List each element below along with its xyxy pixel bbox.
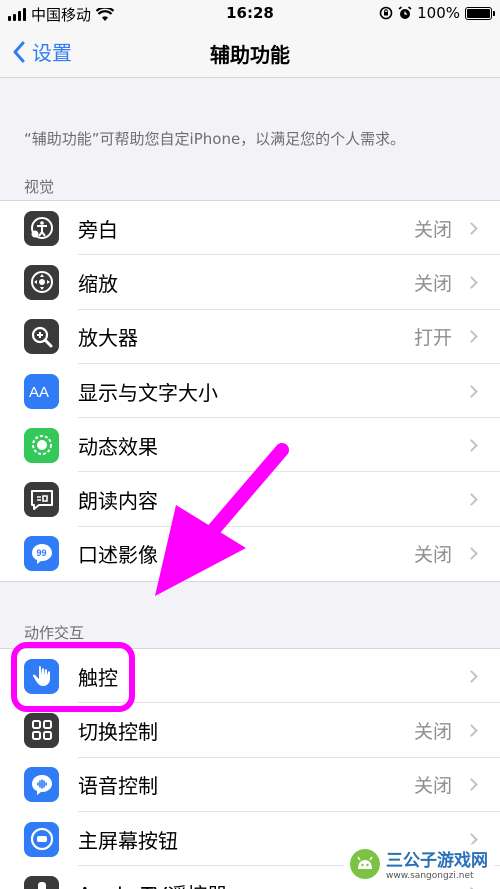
voiceover-icon bbox=[24, 210, 59, 246]
switch-control-icon bbox=[24, 712, 59, 748]
apple-tv-remote-icon bbox=[24, 875, 59, 889]
settings-row-spoken-content[interactable]: 朗读内容 bbox=[0, 472, 500, 527]
row-label: 显示与文字大小 bbox=[78, 380, 218, 405]
settings-row-audio-descriptions[interactable]: 99 口述影像 关闭 bbox=[0, 527, 500, 581]
row-label: 旁白 bbox=[78, 217, 118, 242]
watermark-url: www.sangongzi.net bbox=[386, 871, 474, 881]
magnifier-icon bbox=[24, 319, 59, 355]
chevron-right-icon bbox=[465, 384, 478, 398]
page-title: 辅助功能 bbox=[210, 43, 290, 67]
watermark-logo-icon bbox=[350, 848, 380, 879]
orientation-lock-icon bbox=[379, 6, 393, 20]
row-label: 切换控制 bbox=[78, 719, 158, 744]
audio-description-icon: 99 bbox=[24, 536, 59, 572]
chevron-right-icon bbox=[465, 547, 478, 561]
chevron-right-icon bbox=[465, 669, 478, 683]
text-size-icon: AA bbox=[24, 373, 59, 409]
watermark: 三公子游戏网 www.sangongzi.net bbox=[344, 844, 494, 883]
chevron-right-icon bbox=[465, 330, 478, 344]
svg-text:99: 99 bbox=[36, 548, 46, 558]
battery-percent: 100% bbox=[417, 4, 460, 22]
row-label: 主屏幕按钮 bbox=[78, 828, 178, 853]
row-label: 放大器 bbox=[78, 326, 138, 351]
section-header-vision: 视觉 bbox=[24, 178, 55, 196]
row-value: 关闭 bbox=[413, 720, 452, 743]
row-label: 朗读内容 bbox=[78, 489, 158, 514]
row-value: 关闭 bbox=[413, 218, 452, 241]
row-label: 动态效果 bbox=[78, 434, 158, 459]
battery-icon bbox=[465, 6, 495, 20]
settings-row-voice-control[interactable]: 语音控制 关闭 bbox=[0, 758, 500, 812]
row-label: 口述影像 bbox=[78, 543, 158, 568]
row-label: 缩放 bbox=[78, 271, 118, 296]
chevron-right-icon bbox=[465, 221, 478, 235]
voice-control-icon bbox=[24, 767, 59, 803]
settings-row-display-text-size[interactable]: AA 显示与文字大小 bbox=[0, 364, 500, 419]
row-value: 关闭 bbox=[413, 272, 452, 295]
row-value: 关闭 bbox=[413, 544, 452, 567]
spoken-content-icon bbox=[24, 482, 59, 518]
svg-text:AA: AA bbox=[29, 384, 49, 401]
annotation-highlight-box bbox=[11, 642, 135, 712]
row-label: Apple TV遥控器 bbox=[78, 879, 227, 889]
chevron-right-icon bbox=[465, 724, 478, 737]
settings-row-voiceover[interactable]: 旁白 关闭 bbox=[0, 201, 500, 256]
chevron-right-icon bbox=[465, 778, 478, 792]
page-description: “辅助功能”可帮助您自定iPhone，以满足您的个人需求。 bbox=[24, 130, 406, 148]
chevron-right-icon bbox=[465, 276, 478, 289]
motion-icon bbox=[24, 427, 59, 463]
watermark-title: 三公子游戏网 bbox=[386, 851, 488, 871]
navigation-bar: 设置 辅助功能 bbox=[0, 28, 500, 78]
home-button-icon bbox=[24, 821, 59, 857]
row-value: 打开 bbox=[413, 327, 452, 350]
zoom-icon bbox=[24, 264, 59, 300]
status-bar: 中国移动 16:28 100% bbox=[0, 0, 500, 28]
settings-row-magnifier[interactable]: 放大器 打开 bbox=[0, 310, 500, 364]
section-header-interaction: 动作交互 bbox=[24, 624, 85, 642]
alarm-icon bbox=[398, 6, 412, 19]
settings-row-motion[interactable]: 动态效果 bbox=[0, 418, 500, 473]
chevron-right-icon bbox=[465, 438, 478, 452]
chevron-right-icon bbox=[465, 493, 478, 506]
vision-group: 旁白 关闭 缩放 关闭 放大器 打开 AA 显示与文字大小 动态效果 朗读内容 … bbox=[0, 200, 500, 583]
settings-row-zoom[interactable]: 缩放 关闭 bbox=[0, 255, 500, 310]
row-label: 语音控制 bbox=[78, 774, 158, 799]
row-value: 关闭 bbox=[413, 775, 452, 798]
